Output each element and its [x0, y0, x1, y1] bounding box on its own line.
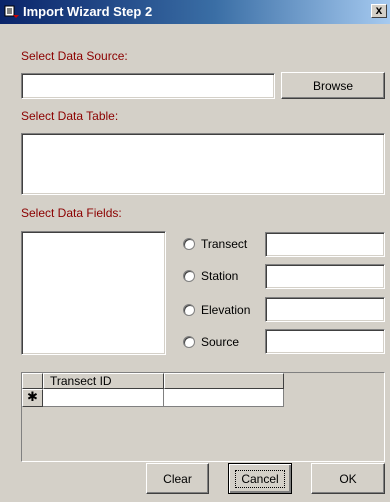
data-table-listbox[interactable] [21, 133, 385, 195]
close-icon: x [375, 3, 383, 17]
radio-elevation[interactable] [183, 304, 195, 316]
ok-button[interactable]: OK [311, 463, 385, 494]
option-source[interactable]: Source [183, 332, 239, 352]
option-station-label: Station [201, 269, 239, 283]
browse-button-label: Browse [312, 78, 353, 93]
radio-source[interactable] [183, 336, 195, 348]
grid-column-header-label: Transect ID [50, 374, 112, 388]
grid-cell[interactable] [43, 389, 164, 407]
option-station[interactable]: Station [183, 266, 238, 286]
source-field-input[interactable] [265, 329, 385, 354]
cancel-button[interactable]: Cancel [228, 463, 292, 494]
new-row-selector[interactable]: ✱ [22, 389, 43, 407]
data-table-label: Select Data Table: [21, 109, 119, 123]
data-source-label: Select Data Source: [21, 49, 128, 63]
grid-column-header[interactable]: Transect ID [43, 373, 164, 389]
grid-cell[interactable] [164, 389, 284, 407]
app-icon [4, 5, 19, 18]
data-fields-listbox[interactable] [21, 231, 166, 355]
option-elevation[interactable]: Elevation [183, 300, 250, 320]
data-source-input[interactable] [21, 73, 275, 99]
station-field-input[interactable] [265, 264, 385, 289]
import-wizard-window: Import Wizard Step 2 x Select Data Sourc… [0, 0, 390, 502]
elevation-field-input[interactable] [265, 297, 385, 322]
radio-station[interactable] [183, 270, 195, 282]
window-title: Import Wizard Step 2 [23, 4, 153, 19]
radio-transect[interactable] [183, 238, 195, 250]
clear-button[interactable]: Clear [146, 463, 209, 494]
option-elevation-label: Elevation [201, 303, 251, 317]
option-transect[interactable]: Transect [183, 234, 247, 254]
grid-column-header[interactable] [164, 373, 284, 389]
title-bar[interactable]: Import Wizard Step 2 x [0, 0, 390, 24]
data-source-value [22, 78, 26, 92]
ok-button-label: OK [339, 471, 357, 486]
clear-button-label: Clear [163, 471, 192, 486]
data-fields-label: Select Data Fields: [21, 206, 122, 220]
transect-field-input[interactable] [265, 232, 385, 257]
close-button[interactable]: x [371, 4, 387, 18]
option-transect-label: Transect [201, 237, 248, 251]
browse-button[interactable]: Browse [281, 72, 385, 99]
option-source-label: Source [201, 335, 240, 349]
data-grid[interactable]: Transect ID ✱ [21, 372, 385, 462]
cancel-button-label: Cancel [235, 469, 285, 488]
new-row-icon: ✱ [27, 389, 38, 404]
grid-corner-header [22, 373, 43, 389]
